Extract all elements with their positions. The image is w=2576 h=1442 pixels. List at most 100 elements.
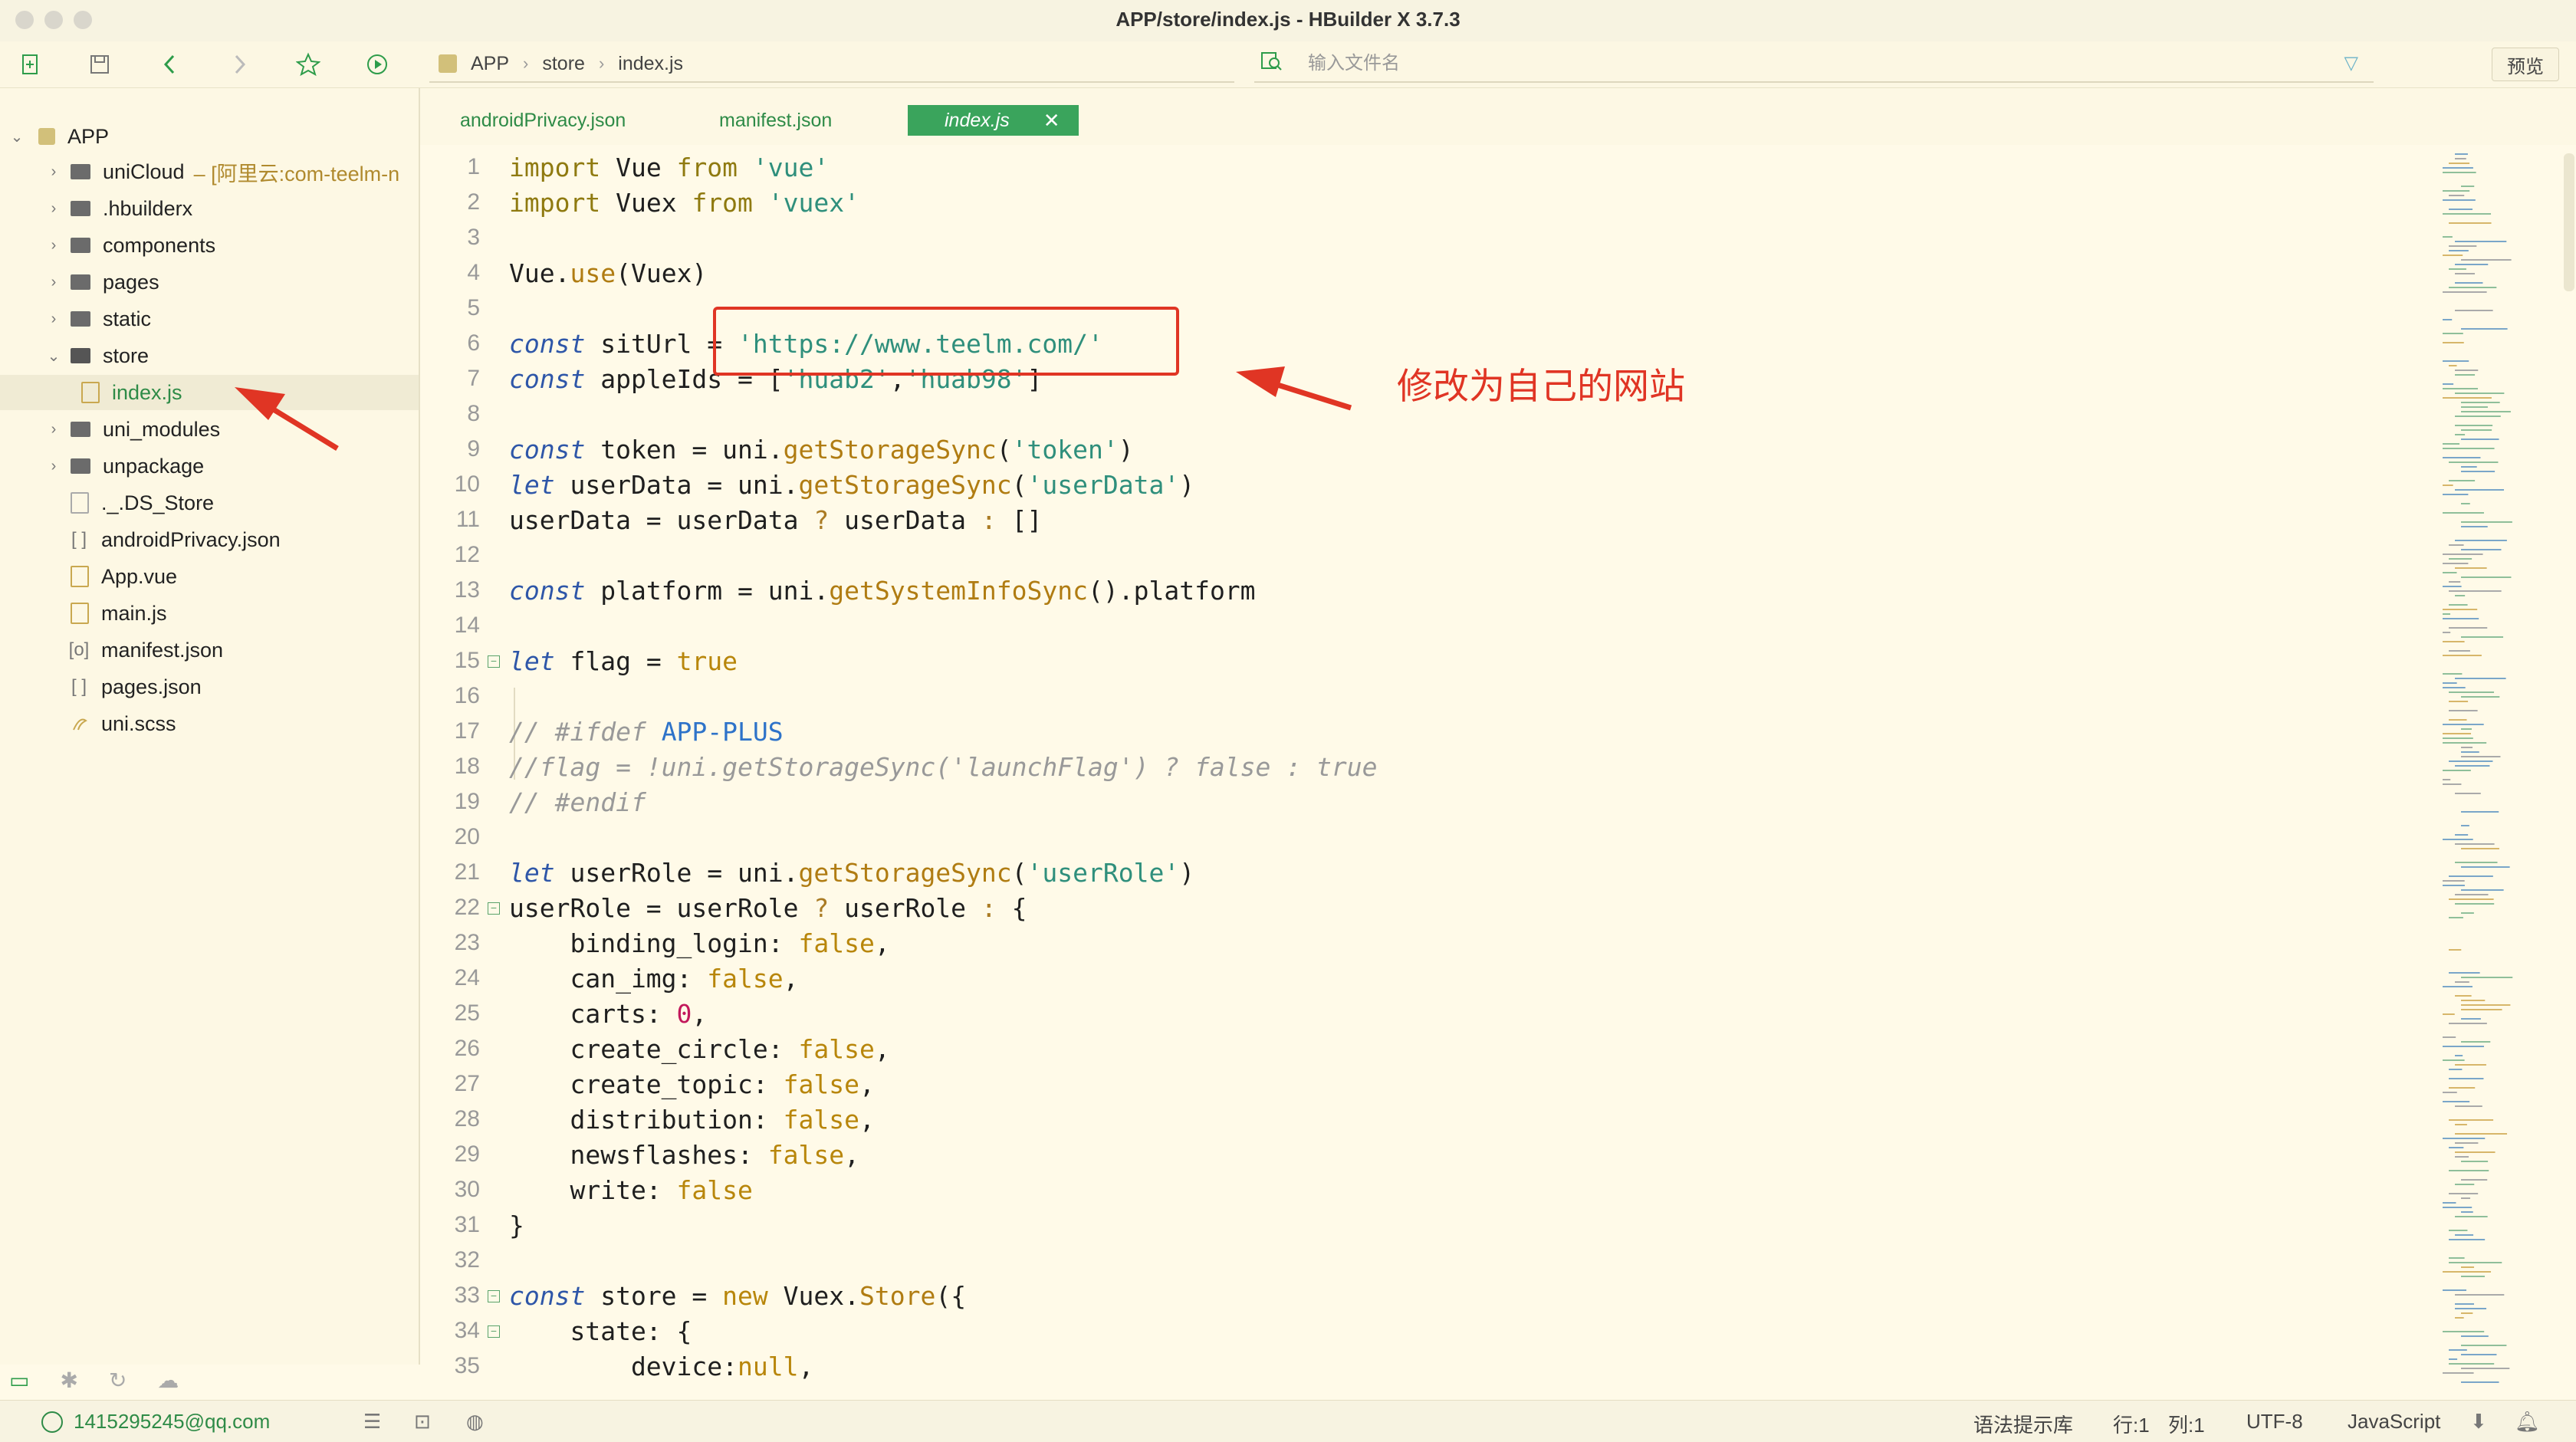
sidebar-item-components[interactable]: › components [0,228,419,263]
code-line[interactable]: 11 userData = userData ? userData : [] [420,504,2444,539]
code-line[interactable]: 35 device:null, [420,1350,2444,1385]
minimap-line [2455,1308,2487,1309]
web-icon[interactable]: ◍ [466,1410,484,1434]
code-line[interactable]: 23 binding_login: false, [420,927,2444,962]
cursor-col[interactable]: 列:1 [2168,1410,2205,1438]
code-line[interactable]: 18//flag = !uni.getStorageSync('launchFl… [420,751,2444,786]
code-minimap[interactable] [2430,146,2561,1395]
fold-toggle-icon[interactable]: − [488,1325,500,1338]
sidebar-item-manifest-json[interactable]: [o] manifest.json [0,632,419,668]
code-line[interactable]: 27 create_topic: false, [420,1068,2444,1103]
chevron-down-icon[interactable]: ⌄ [44,347,63,366]
sidebar-item-uni-modules[interactable]: › uni_modules [0,412,419,447]
code-line[interactable]: 24 can_img: false, [420,962,2444,997]
debug-icon[interactable]: ✱ [60,1368,77,1393]
run-icon[interactable] [360,48,394,81]
chevron-right-icon[interactable]: › [44,237,63,255]
refresh-icon[interactable]: ↻ [109,1368,127,1393]
code-line[interactable]: 25 carts: 0, [420,997,2444,1033]
sidebar-item-pages-json[interactable]: [ ] pages.json [0,669,419,705]
code-line[interactable]: 12 [420,539,2444,574]
sidebar-item-app-vue[interactable]: App.vue [0,559,419,594]
code-line[interactable]: 33− const store = new Vuex.Store({ [420,1279,2444,1315]
code-line[interactable]: 3 [420,222,2444,257]
star-icon[interactable] [291,48,325,81]
breadcrumb-item[interactable]: index.js [618,53,683,75]
code-line[interactable]: 22− userRole = userRole ? userRole : { [420,892,2444,927]
tree-root-app[interactable]: ⌄ APP [0,119,419,154]
forward-icon[interactable] [222,48,256,81]
sidebar-item-ds-store[interactable]: ._.DS_Store [0,485,419,521]
code-line[interactable]: 20 [420,821,2444,856]
cloud-icon[interactable]: ☁ [157,1368,179,1393]
new-file-icon[interactable] [14,48,48,81]
filter-icon[interactable]: ▽ [2344,52,2358,74]
sidebar-item-uni-scss[interactable]: uni.scss [0,706,419,741]
file-search-input[interactable] [1306,52,2306,75]
close-tab-icon[interactable]: ✕ [1043,109,1060,133]
code-line[interactable]: 9 const token = uni.getStorageSync('token… [420,433,2444,468]
minimap-line [2449,1358,2458,1360]
terminal-icon[interactable]: ⊡ [414,1410,431,1434]
file-encoding[interactable]: UTF-8 [2246,1410,2303,1434]
code-line[interactable]: 32 [420,1244,2444,1279]
sidebar-item-static[interactable]: › static [0,301,419,337]
code-line[interactable]: 30 write: false [420,1174,2444,1209]
fold-toggle-icon[interactable]: − [488,902,500,915]
code-line[interactable]: 1 import Vue from 'vue' [420,151,2444,186]
chevron-right-icon[interactable]: › [44,310,63,328]
code-line[interactable]: 26 create_circle: false, [420,1033,2444,1068]
preview-button[interactable]: 预览 [2492,48,2559,81]
sidebar-item-unicloud[interactable]: › uniCloud – [阿里云:com-teelm-n [0,154,419,189]
chevron-right-icon[interactable]: › [44,163,63,181]
syntax-library[interactable]: 语法提示库 [1973,1410,2073,1438]
cursor-row[interactable]: 行:1 [2113,1410,2150,1438]
breadcrumb-item[interactable]: APP [471,53,509,75]
back-icon[interactable] [153,48,187,81]
outline-icon[interactable]: ☰ [363,1410,381,1434]
sidebar-item-androidprivacy-json[interactable]: [ ] androidPrivacy.json [0,522,419,557]
code-line[interactable]: 17// #ifdef APP-PLUS [420,715,2444,751]
breadcrumb-item[interactable]: store [542,53,585,75]
sidebar-item-main-js[interactable]: main.js [0,596,419,631]
line-number: 16 [454,683,480,708]
tab-index-js[interactable]: index.js ✕ [908,105,1079,136]
code-line[interactable]: 15− let flag = true [420,645,2444,680]
code-line[interactable]: 16 [420,680,2444,715]
minimap-line [2455,678,2506,679]
tab-androidprivacy-json[interactable]: androidPrivacy.json [460,105,626,136]
minimap-line [2449,875,2493,877]
chevron-right-icon[interactable]: › [44,421,63,439]
download-icon[interactable]: ⬇ [2470,1410,2487,1434]
sidebar-item-index-js[interactable]: index.js [0,375,419,410]
code-line[interactable]: 10 let userData = uni.getStorageSync('use… [420,468,2444,504]
editor-scrollbar[interactable] [2564,153,2574,291]
user-account[interactable]: 1415295245@qq.com [74,1410,270,1434]
language-mode[interactable]: JavaScript [2348,1410,2440,1434]
notification-bell-icon[interactable]: 🔔︎ [2515,1410,2540,1434]
chevron-right-icon[interactable]: › [44,458,63,475]
sidebar-item-pages[interactable]: › pages [0,264,419,300]
code-line[interactable]: 29 newsflashes: false, [420,1138,2444,1174]
user-status-icon[interactable] [41,1411,63,1433]
code-line[interactable]: 2 import Vuex from 'vuex' [420,186,2444,222]
fold-toggle-icon[interactable]: − [488,1290,500,1302]
code-line[interactable]: 4 Vue.use(Vuex) [420,257,2444,292]
sidebar-item-store[interactable]: ⌄ store [0,338,419,373]
sidebar-item-unpackage[interactable]: › unpackage [0,448,419,484]
code-line[interactable]: 19// #endif [420,786,2444,821]
code-line[interactable]: 13 const platform = uni.getSystemInfoSync… [420,574,2444,609]
code-line[interactable]: 28 distribution: false, [420,1103,2444,1138]
sidebar-item-hbuilderx[interactable]: › .hbuilderx [0,191,419,226]
folder-view-icon[interactable]: ▭ [9,1368,29,1393]
tab-manifest-json[interactable]: manifest.json [719,105,832,136]
code-line[interactable]: 34− state: { [420,1315,2444,1350]
code-line[interactable]: 21 let userRole = uni.getStorageSync('use… [420,856,2444,892]
chevron-right-icon[interactable]: › [44,274,63,291]
fold-toggle-icon[interactable]: − [488,655,500,668]
code-line[interactable]: 31} [420,1209,2444,1244]
chevron-down-icon[interactable]: ⌄ [8,127,26,146]
code-line[interactable]: 14 [420,609,2444,645]
chevron-right-icon[interactable]: › [44,200,63,218]
save-icon[interactable] [83,48,117,81]
